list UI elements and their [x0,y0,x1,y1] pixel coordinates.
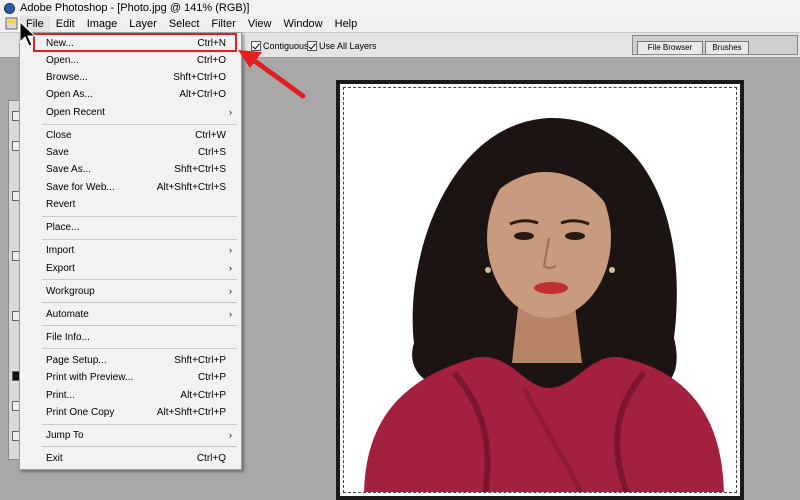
menu-item-export[interactable]: Export › [21,260,240,277]
menu-layer[interactable]: Layer [123,16,163,32]
use-all-layers-option[interactable]: Use All Layers [307,41,377,51]
menu-separator [42,279,237,280]
palette-well: File Browser Brushes [632,35,798,55]
menu-item-page-setup[interactable]: Page Setup... Shft+Ctrl+P [21,352,240,369]
left-earring [485,267,491,273]
contiguous-label: Contiguous [263,41,309,51]
menu-item-place[interactable]: Place... [21,219,240,236]
menu-bar: File Edit Image Layer Select Filter View… [0,16,800,32]
document-canvas[interactable] [336,80,744,500]
menu-separator [42,348,237,349]
left-eye [514,232,534,240]
menu-item-file-info[interactable]: File Info... [21,329,240,346]
menu-help[interactable]: Help [329,16,364,32]
menu-item-print-with-preview[interactable]: Print with Preview... Ctrl+P [21,369,240,386]
menu-separator [42,325,237,326]
menu-item-print-one-copy[interactable]: Print One Copy Alt+Shft+Ctrl+P [21,404,240,421]
menu-item-open-recent[interactable]: Open Recent › [21,104,240,121]
submenu-arrow-icon: › [229,309,232,319]
menu-separator [42,302,237,303]
menu-item-browse[interactable]: Browse... Shft+Ctrl+O [21,69,240,86]
menu-image[interactable]: Image [81,16,124,32]
submenu-arrow-icon: › [229,263,232,273]
use-all-layers-label: Use All Layers [319,41,377,51]
menu-separator [42,216,237,217]
menu-item-import[interactable]: Import › [21,242,240,259]
menu-select[interactable]: Select [163,16,206,32]
menu-item-automate[interactable]: Automate › [21,306,240,323]
submenu-arrow-icon: › [229,286,232,296]
tab-brushes[interactable]: Brushes [705,41,749,54]
portrait-photo [364,117,724,492]
menu-item-save-as[interactable]: Save As... Shft+Ctrl+S [21,161,240,178]
menu-view[interactable]: View [242,16,278,32]
submenu-arrow-icon: › [229,107,232,117]
menu-file[interactable]: File [20,16,50,32]
menu-item-save-for-web[interactable]: Save for Web... Alt+Shft+Ctrl+S [21,179,240,196]
image-area [343,87,737,493]
title-bar: Adobe Photoshop - [Photo.jpg @ 141% (RGB… [0,0,800,16]
document-menu-icon[interactable] [4,17,20,31]
photoshop-app-icon [4,2,15,14]
menu-item-open[interactable]: Open... Ctrl+O [21,52,240,69]
menu-item-save[interactable]: Save Ctrl+S [21,144,240,161]
menu-item-exit[interactable]: Exit Ctrl+Q [21,450,240,467]
right-earring [609,267,615,273]
menu-item-jump-to[interactable]: Jump To › [21,427,240,444]
menu-item-revert[interactable]: Revert [21,196,240,213]
red-arrow-icon [249,56,306,99]
file-menu-dropdown: New... Ctrl+N Open... Ctrl+O Browse... S… [19,32,242,470]
submenu-arrow-icon: › [229,245,232,255]
menu-item-workgroup[interactable]: Workgroup › [21,283,240,300]
tab-file-browser[interactable]: File Browser [637,41,703,54]
submenu-arrow-icon: › [229,430,232,440]
menu-separator [42,239,237,240]
contiguous-checkbox[interactable] [251,41,261,51]
menu-separator [42,446,237,447]
menu-item-print[interactable]: Print... Alt+Ctrl+P [21,387,240,404]
menu-window[interactable]: Window [278,16,329,32]
menu-separator [42,424,237,425]
menu-filter[interactable]: Filter [205,16,241,32]
menu-item-open-as[interactable]: Open As... Alt+Ctrl+O [21,86,240,103]
contiguous-option[interactable]: Contiguous [251,41,309,51]
menu-separator [42,124,237,125]
lips [534,282,568,294]
use-all-layers-checkbox[interactable] [307,41,317,51]
new-item-highlight-box [33,33,237,52]
menu-edit[interactable]: Edit [50,16,81,32]
window-title: Adobe Photoshop - [Photo.jpg @ 141% (RGB… [20,2,250,14]
right-eye [565,232,585,240]
menu-item-close[interactable]: Close Ctrl+W [21,127,240,144]
